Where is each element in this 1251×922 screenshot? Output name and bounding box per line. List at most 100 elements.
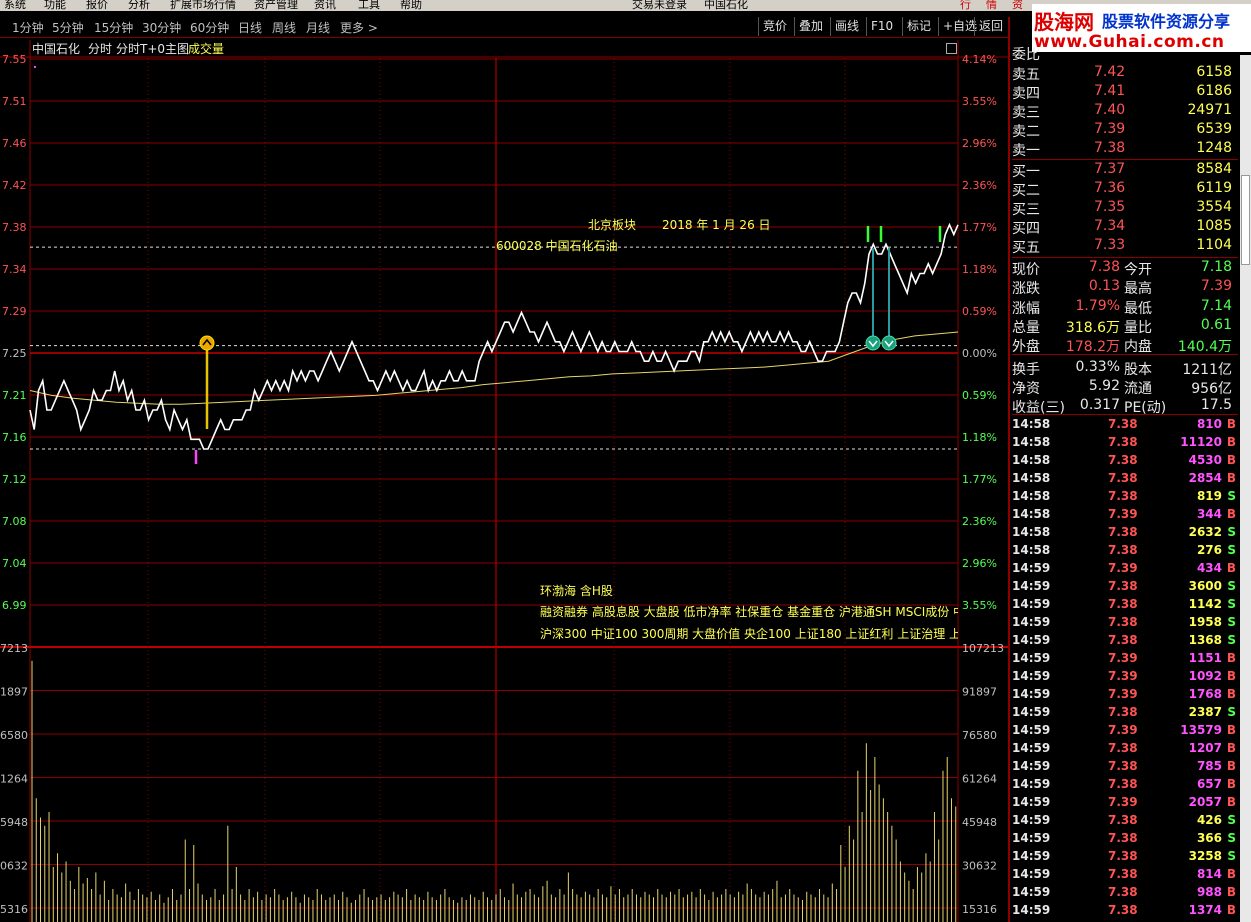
sell-5-row[interactable]: 卖五 7.42 6158 (1012, 64, 1238, 83)
period-1min[interactable]: 1分钟 (12, 19, 44, 36)
tick-row: 14:59 7.38 814 B (1012, 867, 1238, 885)
period-30min[interactable]: 30分钟 (142, 19, 181, 36)
price-line (29, 222, 959, 450)
menu-item-tools[interactable]: 工具 (358, 0, 380, 11)
buy-4-row[interactable]: 买四 7.34 1085 (1012, 218, 1238, 237)
price-tick-label: 7.25 (2, 347, 27, 360)
volume-tick-label: 5316 (0, 903, 28, 916)
panel-divider (1008, 17, 1010, 922)
quote-value: 318.6万 (1065, 319, 1120, 336)
price-tick-label: 7.34 (2, 263, 27, 276)
tick-row: 14:59 7.39 1768 B (1012, 687, 1238, 705)
tick-price: 7.38 (1108, 543, 1138, 557)
quote-row: 净资 5.92 流通 956亿 (1012, 378, 1238, 397)
menu-item-help[interactable]: 帮助 (400, 0, 422, 11)
buy-5-row[interactable]: 买五 7.33 1104 (1012, 237, 1238, 256)
menu-item-ext-market[interactable]: 扩展市场行情 (170, 0, 236, 11)
tick-row: 14:58 7.38 4530 B (1012, 453, 1238, 471)
tick-price: 7.38 (1108, 849, 1138, 863)
tick-time: 14:58 (1012, 435, 1051, 449)
logo-brand: 股海网 (1034, 10, 1094, 34)
tick-volume: 988 (1196, 885, 1222, 899)
quote-row: 现价 7.38 今开 7.18 (1012, 259, 1238, 278)
buy-1-row[interactable]: 买一 7.37 8584 (1012, 161, 1238, 180)
quote-label: 流通 (1124, 380, 1152, 397)
period-more[interactable]: 更多 > (340, 19, 378, 36)
tick-time: 14:59 (1012, 669, 1051, 683)
chart-main-indicator[interactable]: 分时T+0主图 (116, 40, 189, 57)
down-arrow-icon (881, 335, 897, 351)
menu-item-news[interactable]: 资讯 (314, 0, 336, 11)
pct-tick-label: 2.96% (962, 137, 997, 150)
quote-label: 量比 (1124, 319, 1152, 336)
volume-tick-label: 1897 (0, 686, 28, 699)
volume-tick-label: 1264 (0, 773, 28, 786)
sell-3-row[interactable]: 卖三 7.40 24971 (1012, 102, 1238, 121)
sell-4-row[interactable]: 卖四 7.41 6186 (1012, 83, 1238, 102)
overlay-button[interactable]: 叠加 (794, 17, 827, 36)
menu-right-1[interactable]: 行 (960, 0, 971, 11)
quote-label: 总量 (1012, 319, 1040, 336)
tick-row: 14:59 7.39 13579 B (1012, 723, 1238, 741)
tick-row: 14:59 7.38 3600 S (1012, 579, 1238, 597)
tick-time: 14:59 (1012, 741, 1051, 755)
quote-row: 涨跌 0.13 最高 7.39 (1012, 278, 1238, 297)
tick-time: 14:58 (1012, 507, 1051, 521)
menu-item-assets[interactable]: 资产管理 (254, 0, 298, 11)
draw-line-button[interactable]: 画线 (830, 17, 863, 36)
auction-button[interactable]: 竞价 (758, 17, 791, 36)
volume-tick-label: 45948 (962, 816, 997, 829)
menu-item-analysis[interactable]: 分析 (128, 0, 150, 11)
tick-side: B (1226, 561, 1236, 575)
period-15min[interactable]: 15分钟 (94, 19, 133, 36)
tick-time: 14:59 (1012, 813, 1051, 827)
sell-2-row[interactable]: 卖二 7.39 6539 (1012, 121, 1238, 140)
menu-right-2[interactable]: 情 (986, 0, 997, 11)
menu-item-function[interactable]: 功能 (44, 0, 66, 11)
quote-value: 0.61 (1200, 316, 1232, 333)
scrollbar-thumb[interactable] (1241, 175, 1250, 265)
maximize-icon[interactable] (946, 43, 957, 54)
menu-item-quote[interactable]: 报价 (86, 0, 108, 11)
chart-mode: 分时 (88, 42, 113, 56)
tick-side: S (1227, 579, 1236, 593)
tick-time: 14:59 (1012, 561, 1051, 575)
tick-price: 7.38 (1108, 435, 1138, 449)
sell-1-row[interactable]: 卖一 7.38 1248 (1012, 140, 1238, 159)
back-button[interactable]: 返回 (974, 17, 1007, 36)
window-stock-name: 中国石化 (704, 0, 748, 11)
mark-button[interactable]: 标记 (902, 17, 935, 36)
menu-item-system[interactable]: 系统 (4, 0, 26, 11)
pct-tick-label: 2.96% (962, 557, 997, 570)
tick-volume: 819 (1196, 489, 1222, 503)
tick-price: 7.38 (1108, 633, 1138, 647)
tick-side: S (1227, 705, 1236, 719)
menu-right-3[interactable]: 资 (1012, 0, 1023, 11)
period-5min[interactable]: 5分钟 (52, 19, 84, 36)
pct-tick-label: 0.59% (962, 389, 997, 402)
period-month[interactable]: 月线 (306, 19, 330, 36)
tick-time: 14:58 (1012, 471, 1051, 485)
tick-row: 14:59 7.39 2057 B (1012, 795, 1238, 813)
tick-price: 7.38 (1108, 705, 1138, 719)
right-scrollbar[interactable] (1240, 55, 1251, 922)
period-day[interactable]: 日线 (238, 19, 262, 36)
tick-price: 7.38 (1108, 831, 1138, 845)
tick-price: 7.38 (1108, 417, 1138, 431)
buy-2-row[interactable]: 买二 7.36 6119 (1012, 180, 1238, 199)
tick-price: 7.39 (1108, 507, 1138, 521)
tick-side: S (1227, 525, 1236, 539)
period-60min[interactable]: 60分钟 (190, 19, 229, 36)
tick-row: 14:59 7.39 1151 B (1012, 651, 1238, 669)
tick-volume: 1151 (1188, 651, 1222, 665)
intraday-chart[interactable]: 7.55 4.14%7.51 3.55%7.46 2.96%7.42 2.36%7.38… (0, 40, 1008, 922)
buy-3-row[interactable]: 买三 7.35 3554 (1012, 199, 1238, 218)
tick-volume: 1374 (1188, 903, 1222, 917)
price-tick-label: 7.51 (2, 95, 27, 108)
f10-button[interactable]: F10 (866, 17, 897, 36)
tick-volume: 2057 (1188, 795, 1222, 809)
quote-value: 1.79% (1075, 297, 1120, 314)
tick-row: 14:59 7.38 1368 S (1012, 633, 1238, 651)
period-week[interactable]: 周线 (272, 19, 296, 36)
tick-side: B (1226, 903, 1236, 917)
